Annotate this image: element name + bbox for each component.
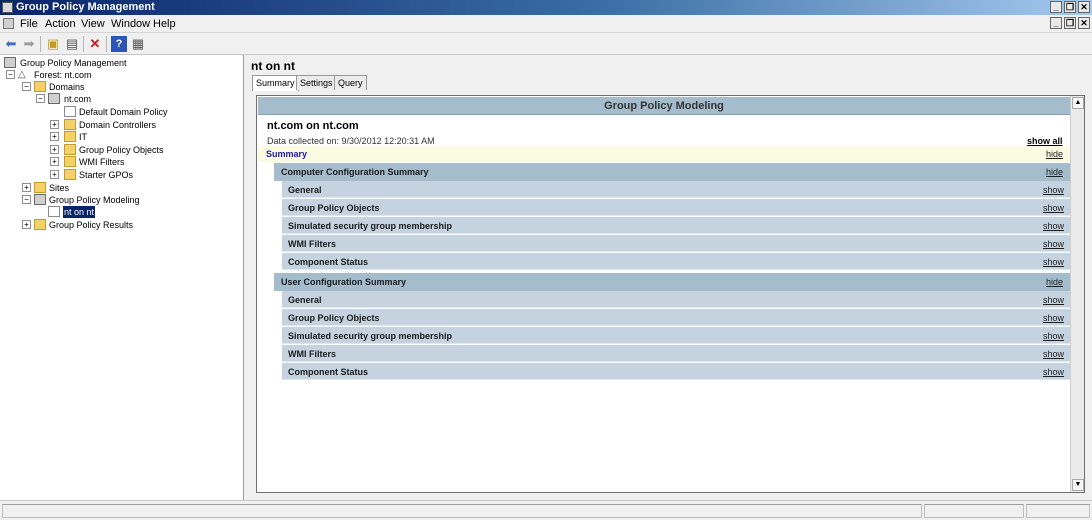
show-hide-tree-icon[interactable]: ▤ bbox=[64, 36, 80, 52]
gpmc-icon bbox=[4, 57, 16, 68]
details-pane: nt on nt Summary Settings Query Group Po… bbox=[248, 55, 1092, 500]
menu-help[interactable]: Help bbox=[153, 18, 176, 30]
user-config-section-header: User Configuration Summary hide bbox=[274, 273, 1070, 291]
report-view[interactable]: Group Policy Modeling nt.com on nt.com D… bbox=[256, 95, 1085, 493]
show-link[interactable]: show bbox=[1043, 313, 1064, 323]
close-button[interactable]: ✕ bbox=[1078, 1, 1090, 13]
expand-icon[interactable]: + bbox=[22, 220, 31, 229]
page-title: nt on nt bbox=[251, 59, 295, 73]
expand-icon[interactable]: + bbox=[50, 157, 59, 166]
menu-window[interactable]: Window bbox=[111, 18, 150, 30]
collapse-icon[interactable]: − bbox=[6, 70, 15, 79]
report-header: Group Policy Modeling bbox=[258, 97, 1070, 115]
status-cell-secondary bbox=[924, 504, 1024, 518]
report-date: Data collected on: 9/30/2012 12:20:31 AM bbox=[267, 136, 435, 146]
mdi-controls: _ ❐ ✕ bbox=[1050, 17, 1090, 29]
title-bar: Group Policy Management _ ❐ ✕ bbox=[0, 0, 1092, 15]
expand-icon[interactable]: + bbox=[50, 120, 59, 129]
computer-item-row: Simulated security group membership show bbox=[282, 217, 1070, 234]
user-item-row: Simulated security group membership show bbox=[282, 327, 1070, 344]
scroll-down-icon[interactable]: ▼ bbox=[1072, 479, 1084, 491]
modeling-icon bbox=[34, 194, 46, 205]
toolbar-separator bbox=[106, 36, 107, 52]
forest-icon: △ bbox=[18, 69, 26, 80]
help-icon[interactable]: ? bbox=[111, 36, 127, 52]
show-link[interactable]: show bbox=[1043, 367, 1064, 377]
ou-folder-icon bbox=[64, 131, 76, 142]
scroll-up-icon[interactable]: ▲ bbox=[1072, 97, 1084, 109]
console-tree[interactable]: Group Policy Management − △ Forest: nt.c… bbox=[0, 55, 244, 500]
toolbar: ⬅ ➡ ▣ ▤ ✕ ? ▦ bbox=[0, 33, 1092, 55]
computer-item-row: WMI Filters show bbox=[282, 235, 1070, 252]
folder-icon bbox=[64, 169, 76, 180]
system-menu-icon[interactable] bbox=[3, 18, 14, 29]
ou-folder-icon bbox=[64, 119, 76, 130]
gpmc-icon bbox=[2, 2, 13, 13]
expand-icon[interactable]: + bbox=[50, 132, 59, 141]
computer-config-section-header: Computer Configuration Summary hide bbox=[274, 163, 1070, 181]
minimize-button[interactable]: _ bbox=[1050, 1, 1062, 13]
back-arrow-icon[interactable]: ⬅ bbox=[3, 36, 19, 52]
up-folder-icon[interactable]: ▣ bbox=[45, 36, 61, 52]
computer-item-row: Component Status show bbox=[282, 253, 1070, 270]
status-bar bbox=[0, 500, 1092, 520]
mdi-close-button[interactable]: ✕ bbox=[1078, 17, 1090, 29]
gpo-link-icon bbox=[64, 106, 76, 117]
user-hide-link[interactable]: hide bbox=[1046, 277, 1063, 287]
report-title: nt.com on nt.com bbox=[267, 120, 359, 132]
show-link[interactable]: show bbox=[1043, 203, 1064, 213]
window-title: Group Policy Management bbox=[16, 1, 155, 13]
show-link[interactable]: show bbox=[1043, 295, 1064, 305]
menu-view[interactable]: View bbox=[81, 18, 105, 30]
toolbar-separator bbox=[40, 36, 41, 52]
collapse-icon[interactable]: − bbox=[22, 82, 31, 91]
mdi-minimize-button[interactable]: _ bbox=[1050, 17, 1062, 29]
user-item-row: Group Policy Objects show bbox=[282, 309, 1070, 326]
tab-summary[interactable]: Summary bbox=[252, 75, 299, 91]
tab-query[interactable]: Query bbox=[334, 75, 367, 90]
user-item-row: WMI Filters show bbox=[282, 345, 1070, 362]
user-item-row: Component Status show bbox=[282, 363, 1070, 380]
folder-icon bbox=[64, 156, 76, 167]
show-link[interactable]: show bbox=[1043, 349, 1064, 359]
collapse-icon[interactable]: − bbox=[36, 94, 45, 103]
window-controls: _ ❐ ✕ bbox=[1050, 1, 1090, 13]
folder-icon bbox=[34, 81, 46, 92]
computer-item-row: General show bbox=[282, 181, 1070, 198]
vertical-scrollbar[interactable]: ▲ ▼ bbox=[1070, 96, 1084, 492]
modeling-result-icon bbox=[48, 206, 60, 217]
show-link[interactable]: show bbox=[1043, 257, 1064, 267]
domain-icon bbox=[48, 93, 60, 104]
collapse-icon[interactable]: − bbox=[22, 195, 31, 204]
summary-label: Summary bbox=[266, 149, 308, 159]
toolbar-separator bbox=[83, 36, 84, 52]
expand-icon[interactable]: + bbox=[50, 145, 59, 154]
properties-icon[interactable]: ▦ bbox=[130, 36, 146, 52]
show-all-link[interactable]: show all bbox=[1027, 136, 1063, 146]
restore-button[interactable]: ❐ bbox=[1064, 1, 1076, 13]
folder-icon bbox=[64, 144, 76, 155]
show-link[interactable]: show bbox=[1043, 185, 1064, 195]
menu-action[interactable]: Action bbox=[45, 18, 76, 30]
delete-icon[interactable]: ✕ bbox=[87, 36, 103, 52]
mdi-restore-button[interactable]: ❐ bbox=[1064, 17, 1076, 29]
show-link[interactable]: show bbox=[1043, 331, 1064, 341]
show-link[interactable]: show bbox=[1043, 221, 1064, 231]
user-item-row: General show bbox=[282, 291, 1070, 308]
expand-icon[interactable]: + bbox=[22, 183, 31, 192]
expand-icon[interactable]: + bbox=[50, 170, 59, 179]
summary-row: Summary hide bbox=[258, 146, 1070, 162]
computer-hide-link[interactable]: hide bbox=[1046, 167, 1063, 177]
status-cell-tertiary bbox=[1026, 504, 1090, 518]
computer-item-row: Group Policy Objects show bbox=[282, 199, 1070, 216]
tab-settings[interactable]: Settings bbox=[296, 75, 337, 90]
show-link[interactable]: show bbox=[1043, 239, 1064, 249]
status-cell-main bbox=[2, 504, 922, 518]
sites-icon bbox=[34, 182, 46, 193]
menu-file[interactable]: File bbox=[20, 18, 38, 30]
menu-bar: File Action View Window Help _ ❐ ✕ bbox=[0, 15, 1092, 33]
forward-arrow-icon[interactable]: ➡ bbox=[21, 36, 37, 52]
results-icon bbox=[34, 219, 46, 230]
summary-hide-link[interactable]: hide bbox=[1046, 149, 1063, 159]
